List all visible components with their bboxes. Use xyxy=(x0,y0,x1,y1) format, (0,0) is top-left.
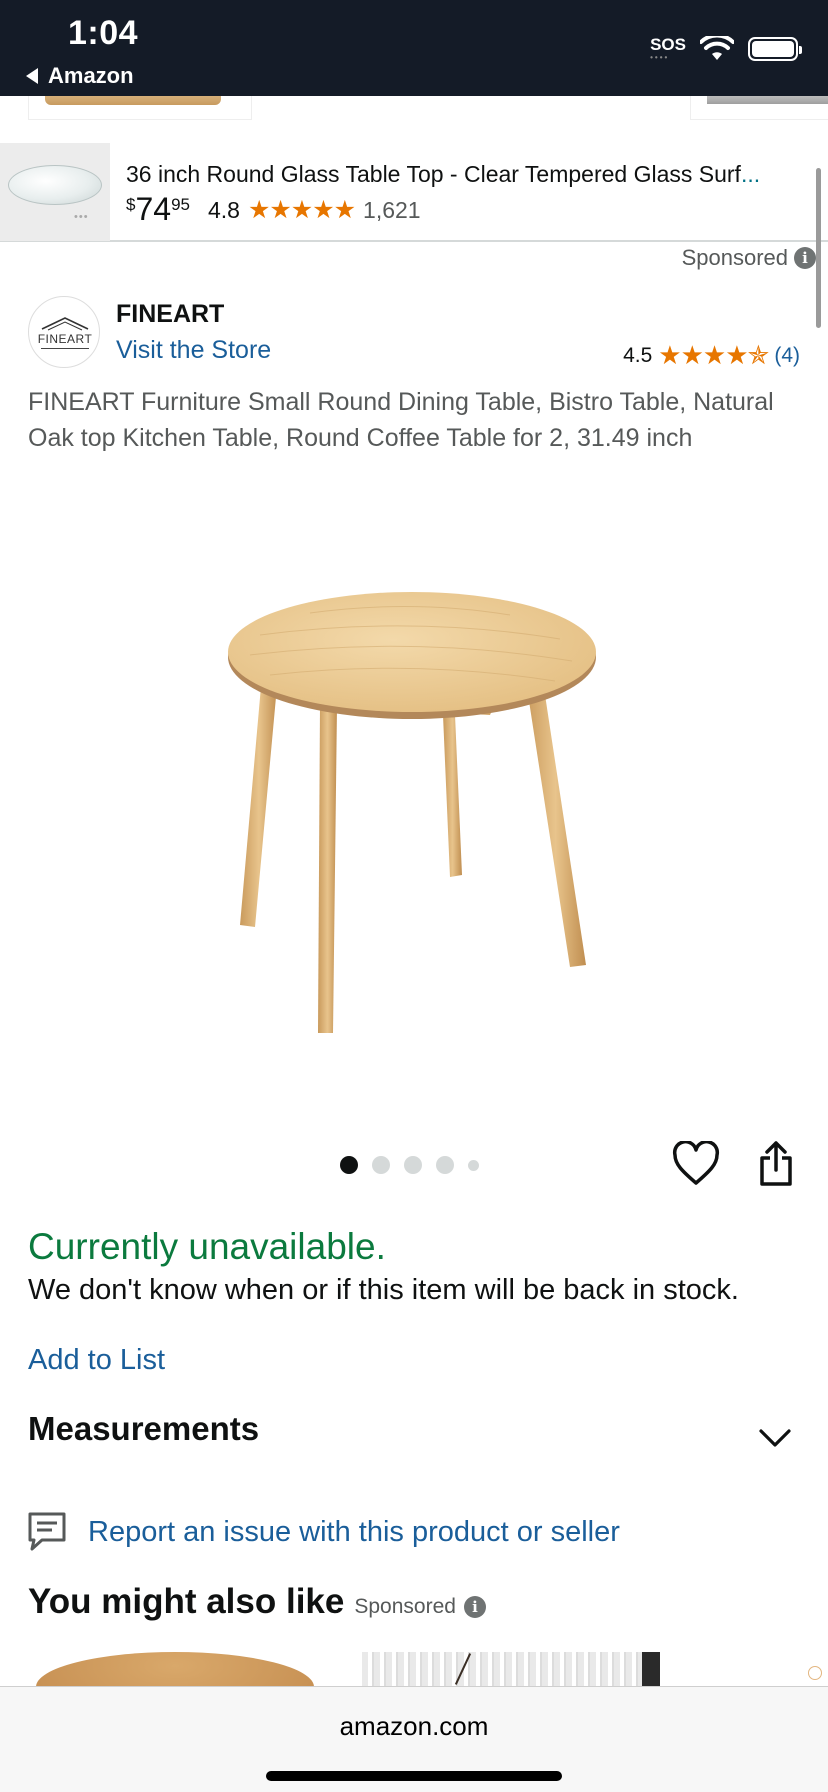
carousel-dot-4[interactable] xyxy=(436,1156,454,1174)
banner-stars-icon: ★★★★★ xyxy=(247,196,356,224)
recommendation-item-2[interactable] xyxy=(362,1652,660,1686)
url-address-bar[interactable]: amazon.com xyxy=(0,1711,828,1742)
logo-text: FINEART xyxy=(37,332,93,346)
sos-label: SOS xyxy=(650,35,686,54)
feedback-icon xyxy=(28,1512,66,1551)
info-icon[interactable]: i xyxy=(794,247,816,269)
rating-count-link[interactable]: (4) xyxy=(774,344,800,368)
add-to-list-link[interactable]: Add to List xyxy=(28,1344,165,1377)
image-carousel-dots[interactable] xyxy=(340,1156,479,1174)
heart-icon[interactable] xyxy=(672,1141,720,1187)
banner-title-text: 36 inch Round Glass Table Top - Clear Te… xyxy=(126,161,741,187)
sponsored-product-banner[interactable]: ••• 36 inch Round Glass Table Top - Clea… xyxy=(0,143,828,242)
signal-dots-icon: •••• xyxy=(650,53,670,62)
brand-logo[interactable]: FINEART xyxy=(28,296,100,368)
recommendations-heading: You might also like xyxy=(28,1582,345,1621)
back-to-app-button[interactable]: Amazon xyxy=(26,63,134,89)
sponsored-label[interactable]: Sponsored i xyxy=(682,245,816,271)
banner-product-title[interactable]: 36 inch Round Glass Table Top - Clear Te… xyxy=(126,161,796,188)
carousel-dot-2[interactable] xyxy=(372,1156,390,1174)
scrollbar[interactable] xyxy=(816,168,821,328)
banner-price-rating-row: $ 74 95 4.8 ★★★★★ 1,621 xyxy=(126,193,421,225)
recommendations-header: You might also like Sponsored i xyxy=(28,1582,486,1622)
info-icon[interactable]: i xyxy=(463,1596,486,1618)
back-arrow-icon xyxy=(26,68,38,84)
recommendations-sponsored[interactable]: Sponsored i xyxy=(354,1595,486,1619)
status-icons: SOS •••• xyxy=(650,36,802,62)
previous-images-strip xyxy=(0,96,828,120)
visit-store-link[interactable]: Visit the Store xyxy=(116,336,271,365)
price-currency: $ xyxy=(126,195,136,214)
brand-name: FINEART xyxy=(116,300,225,328)
availability-status: Currently unavailable. xyxy=(28,1226,386,1267)
sponsored-text: Sponsored xyxy=(681,245,788,270)
banner-rating: 4.8 ★★★★★ 1,621 xyxy=(208,195,421,225)
strip-image-table[interactable] xyxy=(28,96,252,120)
banner-rating-value: 4.8 xyxy=(207,196,240,223)
home-indicator[interactable] xyxy=(266,1771,562,1781)
wifi-icon xyxy=(700,36,734,60)
thumbnail-dots-icon: ••• xyxy=(74,211,89,223)
sos-indicator: SOS •••• xyxy=(650,36,686,62)
chevron-down-icon[interactable] xyxy=(758,1426,792,1450)
status-time: 1:04 xyxy=(68,14,139,52)
product-title: FINEART Furniture Small Round Dining Tab… xyxy=(28,388,774,452)
share-icon[interactable] xyxy=(756,1140,796,1188)
banner-title-ellipsis: ... xyxy=(740,161,761,187)
price-whole: 74 xyxy=(135,191,172,227)
recommendations-sponsored-text: Sponsored xyxy=(354,1595,456,1618)
carousel-dot-5[interactable] xyxy=(468,1159,479,1171)
report-issue-link[interactable]: Report an issue with this product or sel… xyxy=(88,1516,620,1549)
banner-review-count: 1,621 xyxy=(363,196,421,223)
measurements-heading[interactable]: Measurements xyxy=(28,1410,259,1448)
recommendation-item-1[interactable] xyxy=(36,1652,314,1686)
price-fraction: 95 xyxy=(171,195,190,214)
rating-value: 4.5 xyxy=(623,343,653,367)
product-rating[interactable]: 4.5 ★★★★✯ (4) xyxy=(623,340,800,371)
carousel-dot-1[interactable] xyxy=(340,1156,358,1174)
decorative-mark-icon xyxy=(808,1666,822,1680)
browser-bottom-bar: amazon.com xyxy=(0,1686,828,1792)
strip-image-gray[interactable] xyxy=(690,96,828,120)
availability-detail: We don't know when or if this item will … xyxy=(28,1274,739,1306)
glass-table-top-image xyxy=(8,165,102,205)
carousel-dot-3[interactable] xyxy=(404,1156,422,1174)
banner-price: $ 74 95 xyxy=(126,193,190,225)
product-image[interactable] xyxy=(200,575,620,1045)
banner-thumbnail[interactable]: ••• xyxy=(0,143,110,241)
battery-icon xyxy=(748,37,802,61)
back-app-label: Amazon xyxy=(48,63,134,88)
rating-stars-icon: ★★★★✯ xyxy=(658,340,769,370)
status-bar: 1:04 Amazon SOS •••• xyxy=(0,0,828,96)
report-issue-row[interactable]: Report an issue with this product or sel… xyxy=(28,1512,620,1552)
